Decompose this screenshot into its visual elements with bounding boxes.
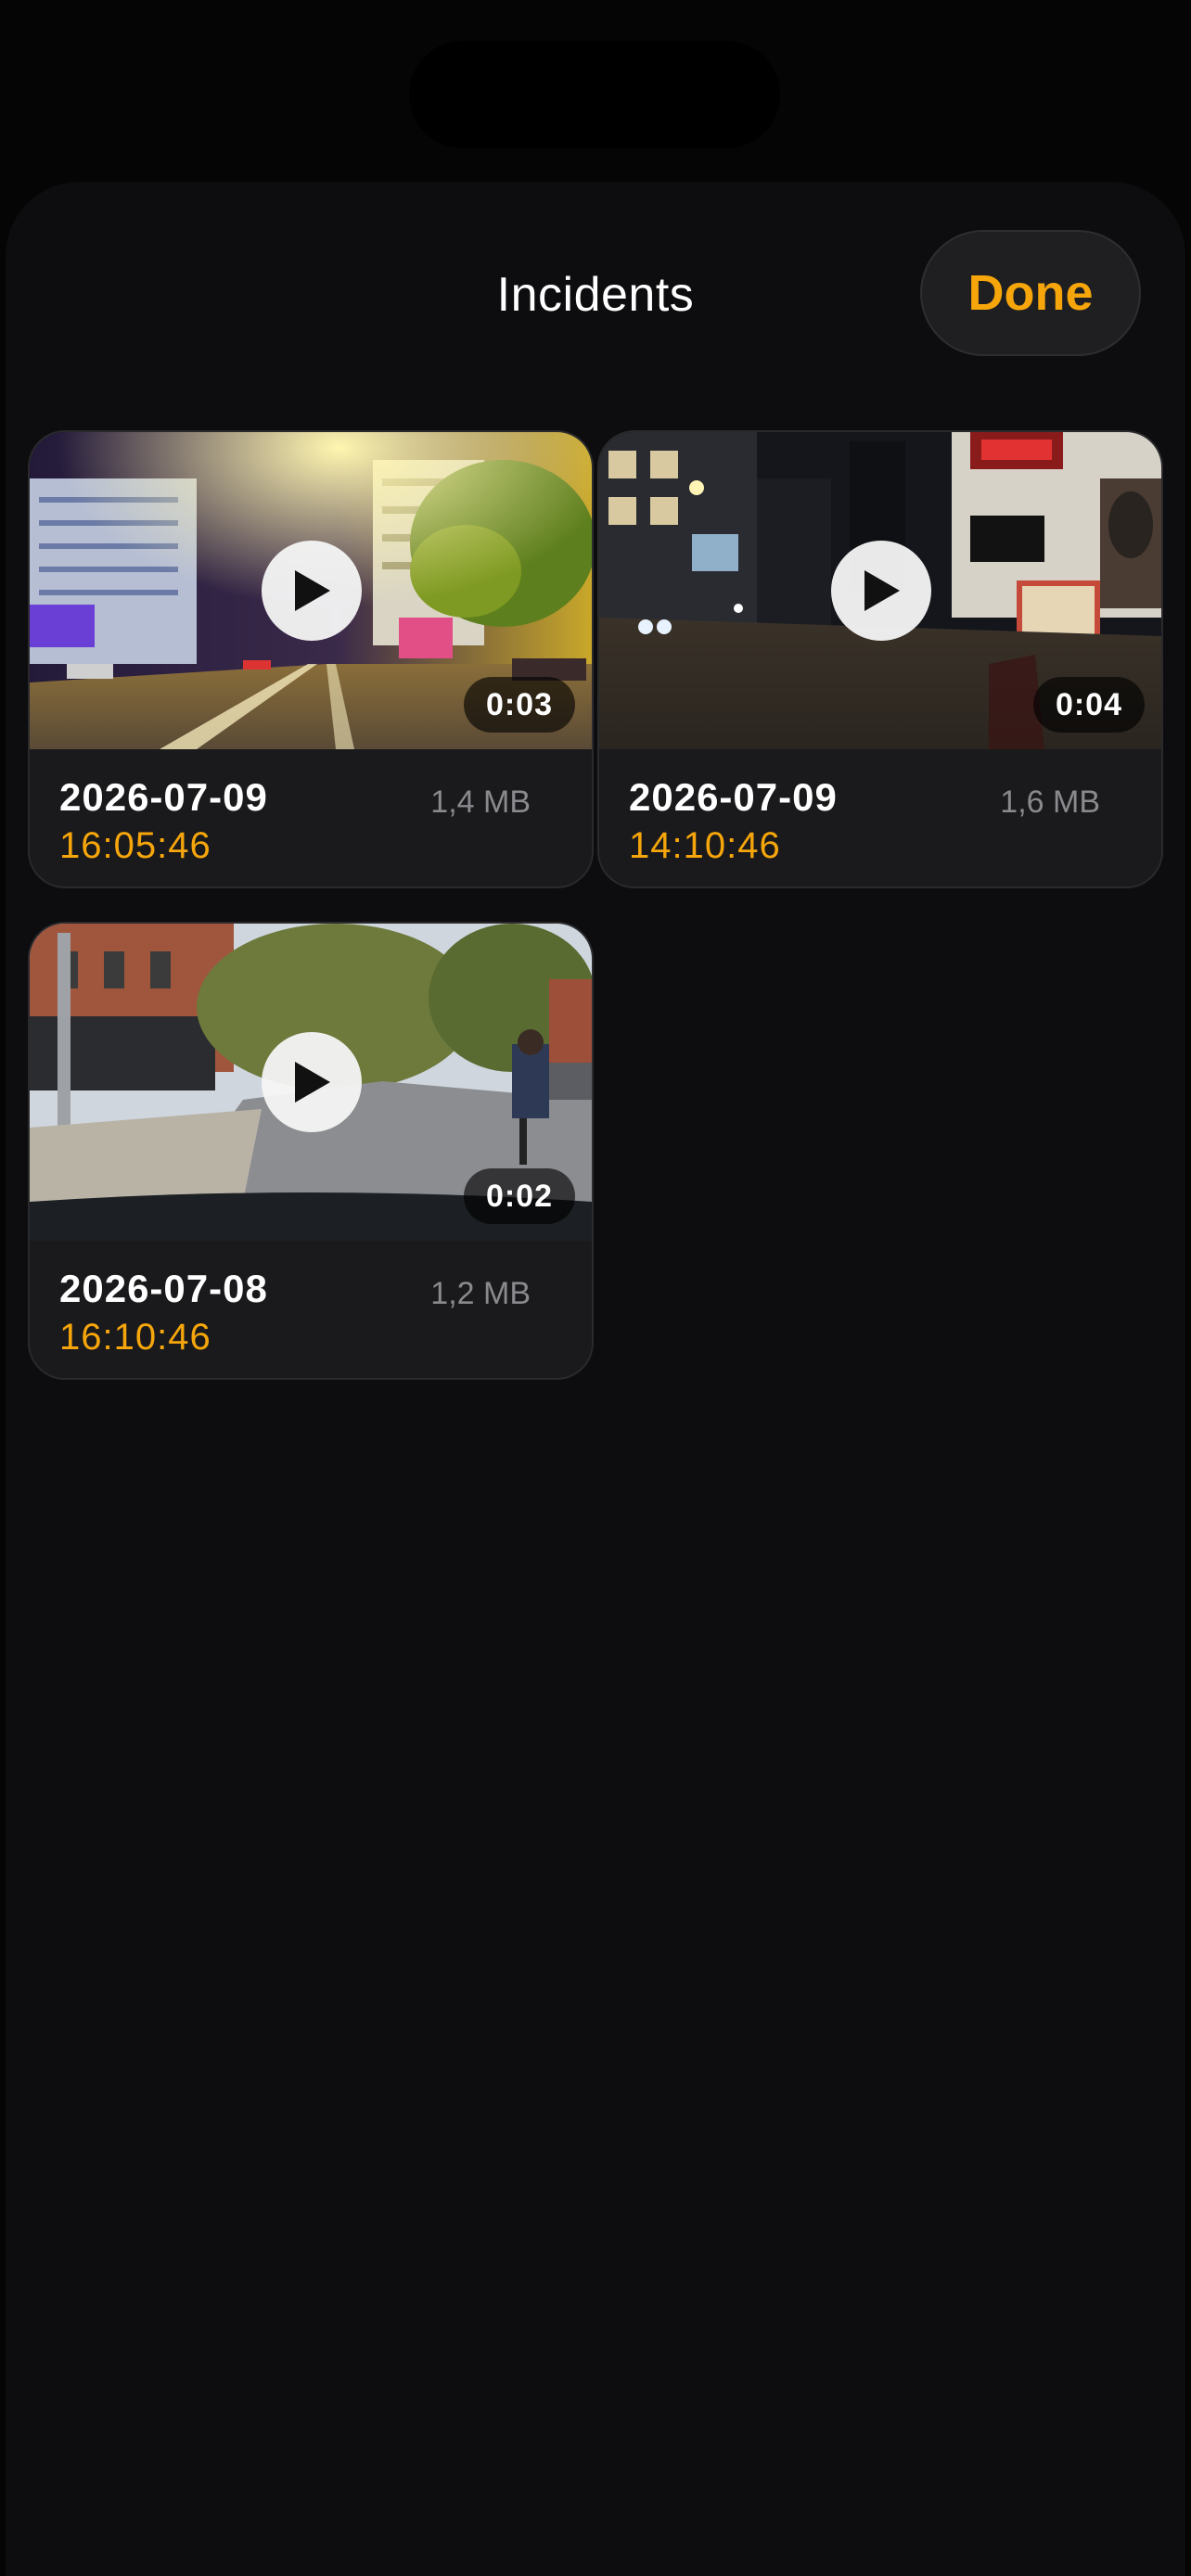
- file-size: 1,6 MB: [1000, 784, 1100, 820]
- play-button[interactable]: [831, 541, 931, 641]
- done-button[interactable]: Done: [920, 230, 1141, 356]
- play-icon: [864, 570, 900, 611]
- duration-badge: 0:03: [463, 677, 575, 733]
- play-icon: [295, 1062, 330, 1103]
- incident-time: 16:10:46: [59, 1317, 211, 1358]
- video-thumbnail[interactable]: 0:03: [30, 432, 592, 749]
- incident-time: 14:10:46: [629, 825, 781, 866]
- file-size: 1,2 MB: [430, 1276, 531, 1311]
- incident-date: 2026-07-09: [59, 775, 268, 819]
- duration-badge: 0:02: [463, 1168, 575, 1224]
- play-button[interactable]: [262, 1032, 362, 1132]
- incident-date: 2026-07-08: [59, 1267, 268, 1310]
- incident-card[interactable]: 0:02 2026-07-08 1,2 MB 16:10:46: [28, 922, 594, 1380]
- dynamic-island: [409, 41, 780, 148]
- play-icon: [295, 570, 330, 611]
- incident-card[interactable]: 0:04 2026-07-09 1,6 MB 14:10:46: [597, 430, 1163, 888]
- video-thumbnail[interactable]: 0:02: [30, 924, 592, 1241]
- screen: Incidents Done 0:03 2026-07-09 1,4 MB 16…: [0, 0, 1191, 2576]
- incident-date: 2026-07-09: [629, 775, 838, 819]
- incident-time: 16:05:46: [59, 825, 211, 866]
- video-thumbnail[interactable]: 0:04: [599, 432, 1161, 749]
- duration-badge: 0:04: [1032, 677, 1145, 733]
- file-size: 1,4 MB: [430, 784, 531, 820]
- incident-card[interactable]: 0:03 2026-07-09 1,4 MB 16:05:46: [28, 430, 594, 888]
- play-button[interactable]: [262, 541, 362, 641]
